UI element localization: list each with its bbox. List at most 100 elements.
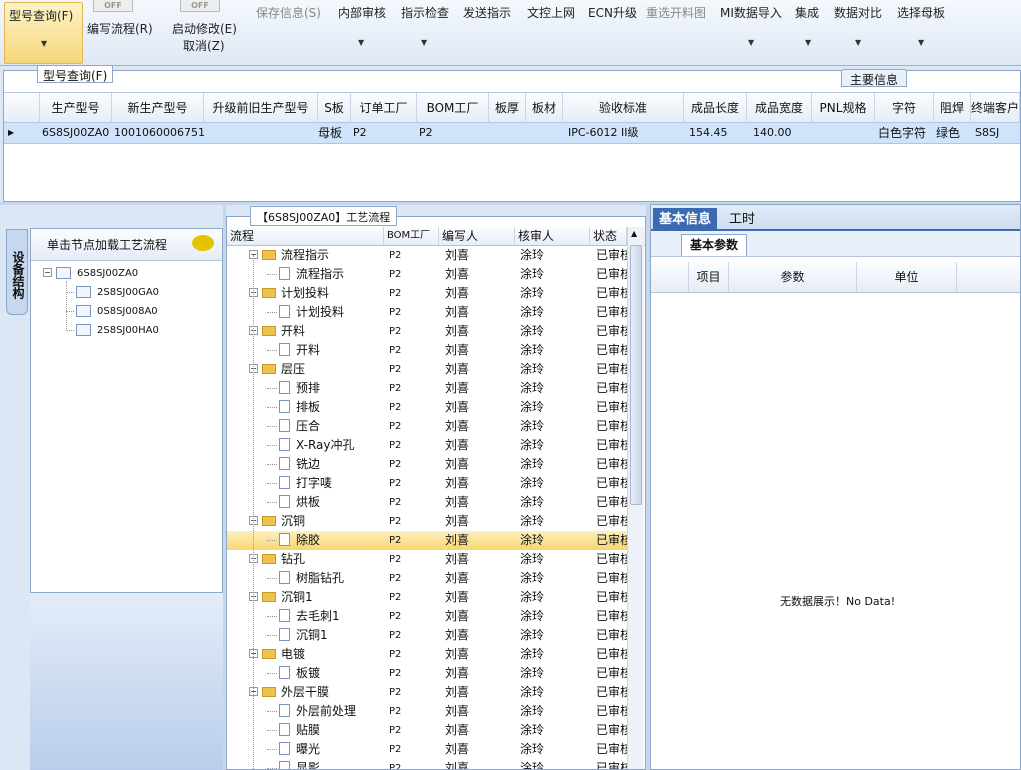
cell[interactable]: 涂玲 — [520, 246, 590, 265]
cell[interactable]: P2 — [389, 398, 439, 417]
process-name-cell[interactable]: 预排 — [267, 379, 384, 398]
cell[interactable]: 已审核 — [596, 550, 627, 569]
cell[interactable]: 已审核 — [596, 284, 627, 303]
mi-data-import-button[interactable]: MI数据导入 — [720, 4, 782, 22]
cell[interactable]: 已审核 — [596, 645, 627, 664]
cell[interactable]: 涂玲 — [520, 607, 590, 626]
cell[interactable]: P2 — [389, 683, 439, 702]
cell[interactable]: P2 — [389, 588, 439, 607]
cell[interactable]: 154.45 — [687, 123, 747, 143]
table-row[interactable]: −沉铜 P2 刘喜涂玲已审核 — [227, 512, 627, 531]
cell[interactable]: 已审核 — [596, 341, 627, 360]
cell[interactable]: 涂玲 — [520, 740, 590, 759]
table-row[interactable]: 树脂钻孔 P2 刘喜涂玲已审核 — [227, 569, 627, 588]
cell[interactable]: 涂玲 — [520, 284, 590, 303]
table-row[interactable]: −外层干膜 P2 刘喜涂玲已审核 — [227, 683, 627, 702]
process-name-cell[interactable]: 显影 — [267, 759, 384, 769]
cell[interactable]: 涂玲 — [520, 398, 590, 417]
cell[interactable]: P2 — [389, 740, 439, 759]
cell[interactable]: 140.00 — [751, 123, 812, 143]
cell[interactable]: 涂玲 — [520, 303, 590, 322]
cell[interactable]: P2 — [389, 341, 439, 360]
cell[interactable]: 6S8SJ00ZA0 — [40, 123, 112, 143]
process-name-cell[interactable]: 打字唛 — [267, 474, 384, 493]
model-query-button[interactable]: 型号查询(F) ▼ — [4, 2, 83, 64]
scrollbar-thumb[interactable] — [630, 245, 642, 505]
send-instruction-button[interactable]: 发送指示 — [463, 4, 511, 22]
process-name-cell[interactable]: − 开料 — [249, 322, 384, 341]
cell[interactable]: 已审核 — [596, 379, 627, 398]
col-header[interactable]: 板厚 — [489, 93, 526, 123]
cell[interactable]: 刘喜 — [445, 455, 515, 474]
cell[interactable]: 涂玲 — [520, 512, 590, 531]
reselect-cutting-button[interactable]: 重选开料图 — [646, 4, 706, 22]
cell[interactable]: 10010600067511 — [112, 123, 204, 143]
table-row[interactable]: −钻孔 P2 刘喜涂玲已审核 — [227, 550, 627, 569]
col-header[interactable]: 项目 — [689, 262, 729, 292]
cell[interactable]: 刘喜 — [445, 721, 515, 740]
cell[interactable]: 涂玲 — [520, 721, 590, 740]
process-name-cell[interactable]: 压合 — [267, 417, 384, 436]
cell[interactable]: 涂玲 — [520, 588, 590, 607]
col-header[interactable]: 生产型号 — [40, 93, 112, 123]
table-row[interactable]: −沉铜1 P2 刘喜涂玲已审核 — [227, 588, 627, 607]
cell[interactable]: 涂玲 — [520, 626, 590, 645]
cell[interactable]: 已审核 — [596, 512, 627, 531]
cell[interactable]: 刘喜 — [445, 322, 515, 341]
cell[interactable]: 已审核 — [596, 246, 627, 265]
process-name-cell[interactable]: − 流程指示 — [249, 246, 384, 265]
cell[interactable]: 已审核 — [596, 265, 627, 284]
process-name-cell[interactable]: 曝光 — [267, 740, 384, 759]
cell[interactable]: 刘喜 — [445, 740, 515, 759]
col-header[interactable]: 新生产型号 — [112, 93, 204, 123]
cell[interactable]: P2 — [389, 265, 439, 284]
table-row[interactable]: 烘板 P2 刘喜涂玲已审核 — [227, 493, 627, 512]
table-row[interactable]: 板镀 P2 刘喜涂玲已审核 — [227, 664, 627, 683]
col-header[interactable]: 订单工厂 — [351, 93, 417, 123]
tab-basic-info[interactable]: 基本信息 — [653, 208, 718, 231]
process-name-cell[interactable]: 排板 — [267, 398, 384, 417]
cell[interactable]: 已审核 — [596, 721, 627, 740]
col-header[interactable]: BOM工厂 — [417, 93, 489, 123]
col-header[interactable]: S板 — [318, 93, 351, 123]
doc-control-online-button[interactable]: 文控上网 — [527, 4, 575, 22]
tree-child-node[interactable]: 2S8SJ00HA0 — [66, 324, 159, 336]
col-header[interactable]: 字符 — [875, 93, 934, 123]
cell[interactable]: 刘喜 — [445, 683, 515, 702]
cell[interactable]: 绿色 — [934, 123, 971, 143]
cell[interactable]: 涂玲 — [520, 683, 590, 702]
table-row[interactable]: 预排 P2 刘喜涂玲已审核 — [227, 379, 627, 398]
cell[interactable]: 已审核 — [596, 322, 627, 341]
save-info-button[interactable]: 保存信息(S) — [256, 4, 321, 22]
cell[interactable]: 刘喜 — [445, 626, 515, 645]
internal-review-button[interactable]: 内部审核 — [338, 4, 386, 22]
table-row[interactable]: −开料 P2 刘喜涂玲已审核 — [227, 322, 627, 341]
cell[interactable]: 刘喜 — [445, 550, 515, 569]
process-name-cell[interactable]: − 沉铜 — [249, 512, 384, 531]
cell[interactable]: 白色字符 — [876, 123, 934, 143]
cell[interactable]: 刘喜 — [445, 645, 515, 664]
tree-child-node[interactable]: 0S8SJ008A0 — [66, 305, 158, 317]
cell[interactable]: 刘喜 — [445, 588, 515, 607]
chevron-down-icon[interactable]: ▼ — [358, 38, 364, 47]
cell[interactable]: 已审核 — [596, 398, 627, 417]
col-header[interactable]: 成品长度 — [684, 93, 747, 123]
cell[interactable]: P2 — [389, 246, 439, 265]
cell[interactable]: 刘喜 — [445, 398, 515, 417]
cell[interactable]: 已审核 — [596, 417, 627, 436]
table-row[interactable]: 除胶 P2 刘喜涂玲已审核 — [227, 531, 627, 550]
cell[interactable]: 涂玲 — [520, 417, 590, 436]
cell[interactable]: 刘喜 — [445, 246, 515, 265]
cell[interactable]: P2 — [389, 436, 439, 455]
cell[interactable]: P2 — [389, 379, 439, 398]
cell[interactable]: 刘喜 — [445, 436, 515, 455]
process-name-cell[interactable]: − 电镀 — [249, 645, 384, 664]
cell[interactable]: 刘喜 — [445, 417, 515, 436]
cell[interactable]: 已审核 — [596, 360, 627, 379]
cell[interactable]: 已审核 — [596, 626, 627, 645]
table-row[interactable]: 计划投料 P2 刘喜涂玲已审核 — [227, 303, 627, 322]
cell[interactable]: 刘喜 — [445, 341, 515, 360]
cell[interactable]: 已审核 — [596, 531, 627, 550]
cell[interactable]: P2 — [389, 303, 439, 322]
cell[interactable]: P2 — [351, 123, 417, 143]
